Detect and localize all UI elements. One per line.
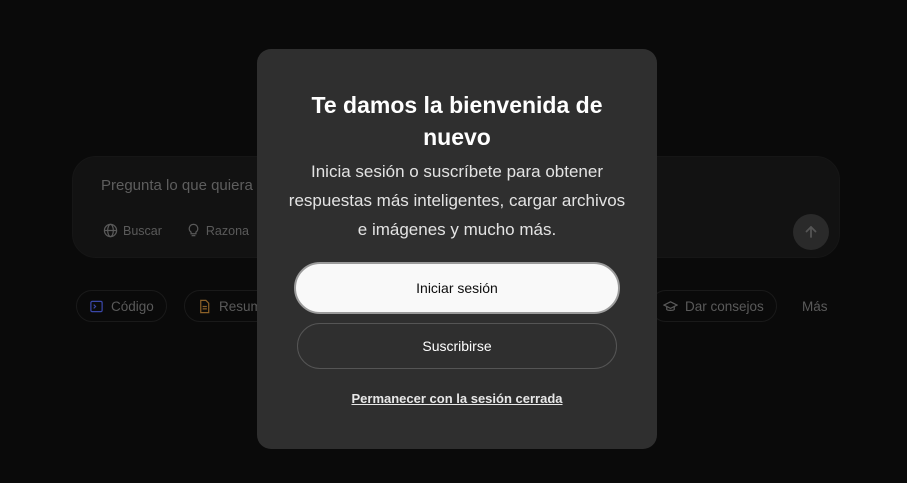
welcome-back-modal: Te damos la bienvenida de nuevo Inicia s… (257, 49, 657, 449)
chip-code-label: Código (111, 298, 154, 314)
chip-more-label: Más (802, 298, 828, 314)
modal-title: Te damos la bienvenida de nuevo (311, 92, 603, 150)
modal-subtitle: Inicia sesión o suscríbete para obtener … (288, 162, 626, 239)
subscribe-button[interactable]: Suscribirse (297, 323, 617, 369)
arrow-up-icon (805, 226, 817, 238)
send-button[interactable] (793, 214, 829, 250)
lightbulb-icon (188, 223, 199, 237)
document-icon (200, 299, 210, 313)
search-tool-label: Buscar (123, 223, 162, 238)
prompt-input[interactable]: Pregunta lo que quiera (101, 177, 253, 194)
search-tool-button[interactable]: Buscar (99, 221, 166, 240)
chip-code[interactable]: Código (76, 290, 167, 322)
page: Pregunta lo que quiera Buscar Razona Cód… (0, 0, 907, 483)
globe-icon (103, 223, 118, 238)
stay-logged-out-link[interactable]: Permanecer con la sesión cerrada (257, 391, 657, 406)
chip-more[interactable]: Más (789, 290, 841, 322)
graduation-cap-icon (663, 300, 678, 311)
reason-tool-button[interactable]: Razona (182, 221, 253, 240)
composer-tools: Buscar Razona (99, 221, 253, 240)
code-icon (90, 300, 103, 312)
chip-advice[interactable]: Dar consejos (650, 290, 777, 322)
reason-tool-label: Razona (205, 223, 249, 238)
chip-advice-label: Dar consejos (685, 298, 764, 314)
login-button[interactable]: Iniciar sesión (294, 262, 620, 314)
chip-summarize-label: Resum (219, 298, 262, 314)
